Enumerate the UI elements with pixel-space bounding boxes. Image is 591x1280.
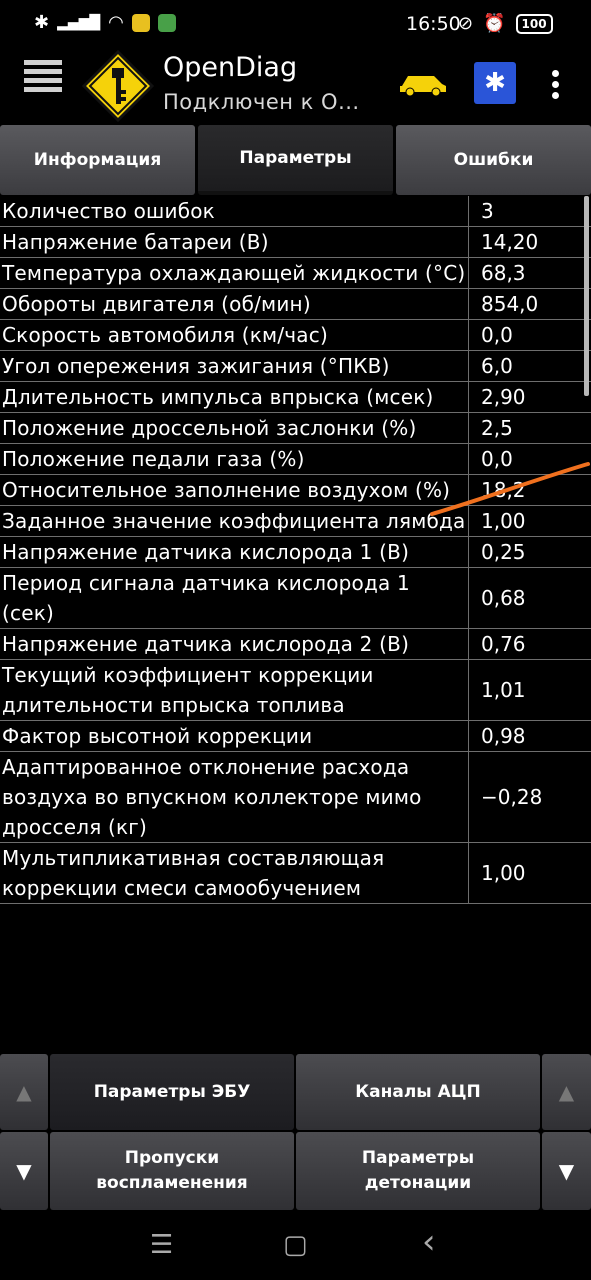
parameter-name: Положение дроссельной заслонки (%) [2,416,417,440]
battery-icon: 100 [515,13,553,34]
parameter-row[interactable]: Температура охлаждающей жидкости (°С) 68,… [0,258,591,289]
mute-icon: ⊘ [458,13,474,34]
parameter-value: 0,0 [468,320,591,350]
parameter-row[interactable]: Относительное заполнение воздухом (%) 18,… [0,475,591,506]
parameter-row[interactable]: Текущий коэффициент коррекции длительнос… [0,660,591,721]
menu-icon[interactable] [24,60,62,100]
parameter-value: 0,25 [468,537,591,567]
parameter-row[interactable]: Положение педали газа (%) 0,0 [0,444,591,475]
parameter-value: 68,3 [468,258,591,288]
bottom-panel: ▲ Параметры ЭБУ Каналы АЦП ▲ ▼ Пропуски … [0,1054,591,1212]
parameter-row[interactable]: Обороты двигателя (об/мин) 854,0 [0,289,591,320]
knock-params-button[interactable]: Параметры детонации [296,1132,540,1210]
status-bar: ✱ ▂▄▆█ ◠ 16:50 ⊘ ⏰ 100 [0,0,591,50]
parameter-value: 3 [468,196,591,226]
app-notification-icon [131,13,150,32]
parameter-value: 18,2 [468,475,591,505]
parameter-row[interactable]: Адаптированное отклонение расхода воздух… [0,752,591,843]
parameter-value: −0,28 [468,752,591,842]
arrow-down-icon: ▼ [16,1158,32,1183]
parameter-value: 0,0 [468,444,591,474]
status-icons-left: ✱ ▂▄▆█ ◠ [34,12,176,33]
parameter-name: Напряжение батареи (В) [2,230,269,254]
tab-information[interactable]: Информация [0,125,195,195]
parameter-value: 1,00 [468,843,591,903]
parameter-name: Напряжение датчика кислорода 1 (В) [2,540,410,564]
parameter-name: Положение педали газа (%) [2,447,305,471]
car-icon[interactable] [398,70,448,96]
app-logo-icon [82,50,154,122]
parameter-name: Угол опережения зажигания (°ПКВ) [2,354,390,378]
parameter-name: Относительное заполнение воздухом (%) [2,478,451,502]
parameter-name: Напряжение датчика кислорода 2 (В) [2,632,410,656]
tab-bar: Информация Параметры Ошибки [0,125,591,195]
parameter-name: Адаптированное отклонение расхода воздух… [2,755,422,839]
connection-subtitle: Подключен к О... [163,90,360,114]
parameter-value: 0,76 [468,629,591,659]
status-time: 16:50 [406,13,461,35]
back-icon[interactable]: ‹ [422,1222,436,1262]
parameter-name: Обороты двигателя (об/мин) [2,292,311,316]
parameter-value: 14,20 [468,227,591,257]
scroll-up-button[interactable]: ▲ [0,1054,48,1130]
recents-icon[interactable]: ☰ [150,1230,173,1260]
parameter-value: 854,0 [468,289,591,319]
system-nav-bar: ☰ ▢ ‹ [0,1212,591,1280]
home-icon[interactable]: ▢ [283,1230,308,1260]
parameter-name: Мультипликативная составляющая коррекции… [2,846,385,900]
scroll-down-right-button[interactable]: ▼ [542,1132,591,1210]
parameter-name: Количество ошибок [2,199,215,223]
status-icons-right: ⊘ ⏰ 100 [458,13,553,34]
parameter-row[interactable]: Период сигнала датчика кислорода 1 (сек)… [0,568,591,629]
parameter-name: Фактор высотной коррекции [2,724,313,748]
arrow-up-icon: ▲ [558,1079,575,1104]
parameter-value: 2,5 [468,413,591,443]
parameter-list[interactable]: Количество ошибок 3 Напряжение батареи (В)… [0,196,591,1040]
scroll-up-right-button[interactable]: ▲ [542,1054,591,1130]
adc-channels-button[interactable]: Каналы АЦП [296,1054,540,1130]
parameter-row[interactable]: Угол опережения зажигания (°ПКВ) 6,0 [0,351,591,382]
wifi-icon: ◠ [108,12,124,33]
scroll-down-button[interactable]: ▼ [0,1132,48,1210]
tab-parameters[interactable]: Параметры [198,125,393,195]
parameter-value: 6,0 [468,351,591,381]
ecu-params-button[interactable]: Параметры ЭБУ [50,1054,294,1130]
parameter-row[interactable]: Скорость автомобиля (км/час) 0,0 [0,320,591,351]
arrow-up-icon: ▲ [16,1079,32,1104]
calendar-notification-icon [157,13,176,32]
parameter-name: Скорость автомобиля (км/час) [2,323,328,347]
parameter-row[interactable]: Длительность импульса впрыска (мсек) 2,90 [0,382,591,413]
scrollbar[interactable] [584,196,589,396]
parameter-row[interactable]: Заданное значение коэффициента лямбда 1,0… [0,506,591,537]
parameter-row[interactable]: Фактор высотной коррекции 0,98 [0,721,591,752]
parameter-row[interactable]: Напряжение датчика кислорода 2 (В) 0,76 [0,629,591,660]
misfires-button[interactable]: Пропуски воспламенения [50,1132,294,1210]
parameter-name: Период сигнала датчика кислорода 1 (сек) [2,571,410,625]
parameter-value: 2,90 [468,382,591,412]
bluetooth-icon[interactable]: ✱ [474,62,516,104]
parameter-value: 0,68 [468,568,591,628]
parameter-name: Текущий коэффициент коррекции длительнос… [2,663,374,717]
parameter-row[interactable]: Напряжение датчика кислорода 1 (В) 0,25 [0,537,591,568]
parameter-value: 0,98 [468,721,591,751]
parameter-value: 1,00 [468,506,591,536]
signal-icon: ▂▄▆█ [57,14,101,31]
parameter-row[interactable]: Положение дроссельной заслонки (%) 2,5 [0,413,591,444]
app-bar: OpenDiag Подключен к О... ✱ [0,50,591,124]
alarm-icon: ⏰ [483,13,506,34]
parameter-row[interactable]: Количество ошибок 3 [0,196,591,227]
parameter-name: Длительность импульса впрыска (мсек) [2,385,434,409]
parameter-name: Заданное значение коэффициента лямбда [2,509,466,533]
arrow-down-icon: ▼ [558,1158,575,1183]
tab-errors[interactable]: Ошибки [396,125,591,195]
app-title: OpenDiag [163,52,298,83]
parameter-name: Температура охлаждающей жидкости (°С) [2,261,466,285]
parameter-row[interactable]: Напряжение батареи (В) 14,20 [0,227,591,258]
parameter-value: 1,01 [468,660,591,720]
bluetooth-status-icon: ✱ [34,12,50,33]
more-options-icon[interactable] [552,70,560,103]
parameter-row[interactable]: Мультипликативная составляющая коррекции… [0,843,591,904]
